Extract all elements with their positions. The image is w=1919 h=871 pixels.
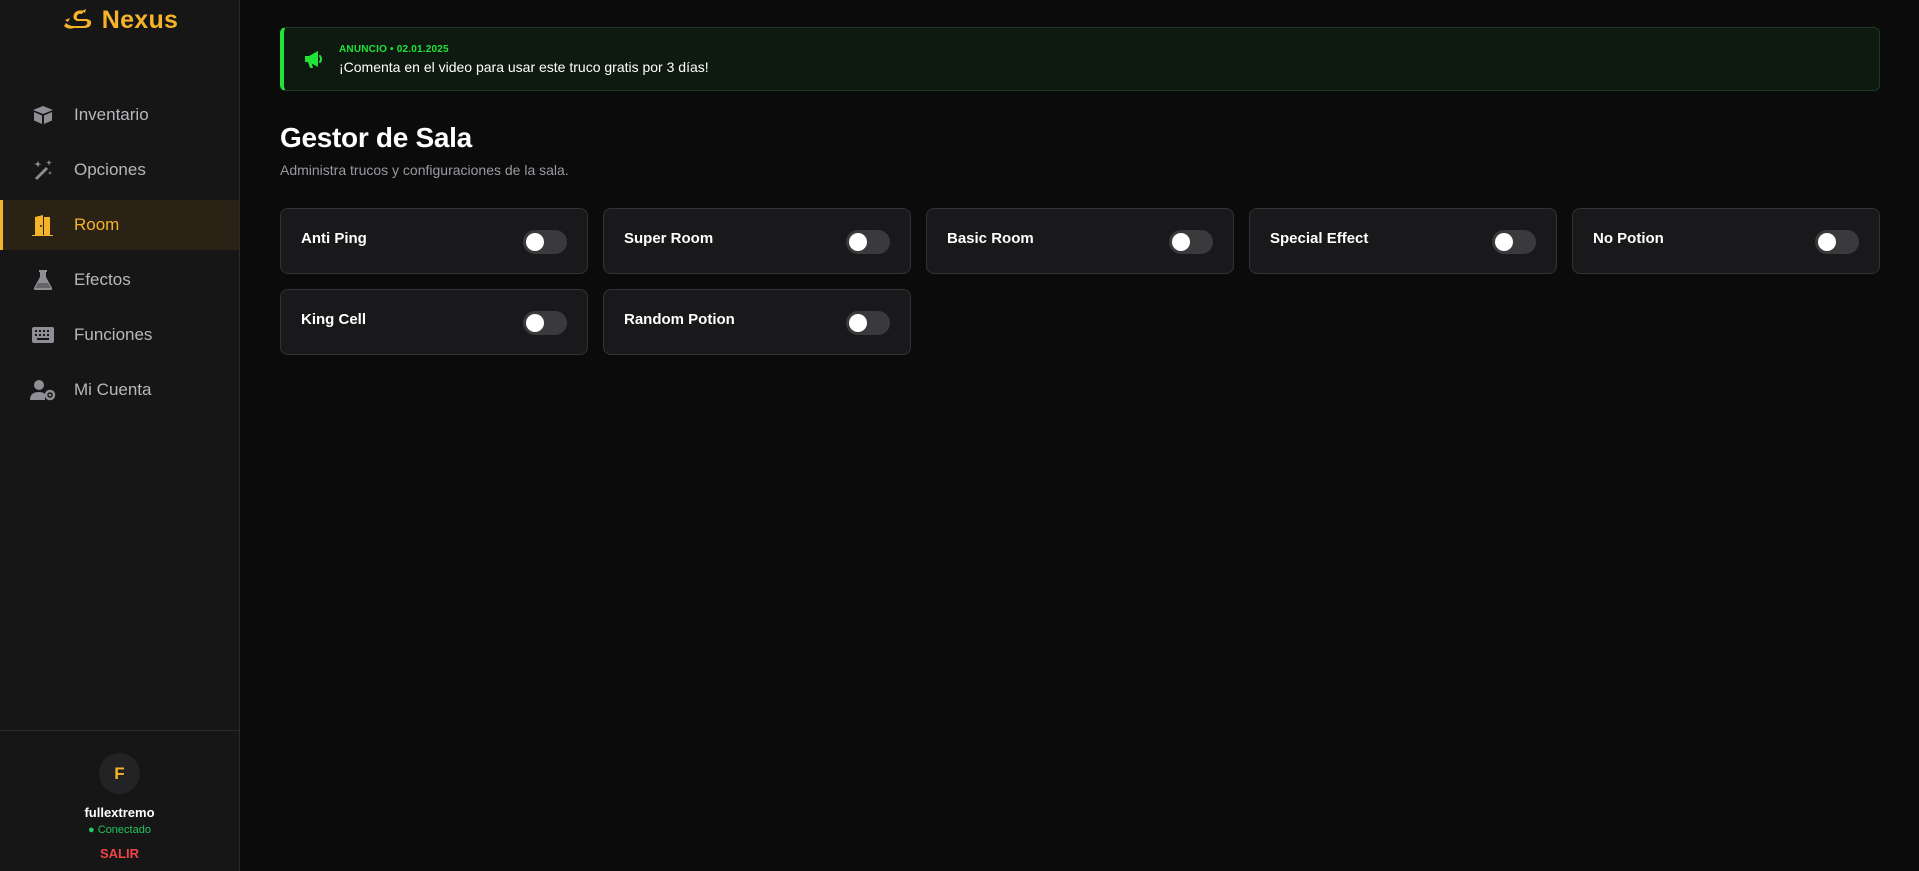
- page-subtitle: Administra trucos y configuraciones de l…: [280, 162, 569, 178]
- sidebar-item-label: Opciones: [74, 160, 146, 179]
- username: fullextremo: [84, 805, 155, 820]
- toggle-knob: [849, 233, 867, 251]
- nexus-logo-icon: [62, 8, 94, 34]
- announcement-banner: ANUNCIO • 02.01.2025 ¡Comenta en el vide…: [280, 27, 1880, 91]
- door-icon: [30, 214, 56, 236]
- toggle-card-king-cell[interactable]: King Cell: [280, 289, 588, 355]
- toggle-card-basic-room[interactable]: Basic Room: [926, 208, 1234, 274]
- sidebar-item-inventario[interactable]: Inventario: [0, 90, 239, 140]
- brand[interactable]: Nexus: [0, 6, 240, 35]
- toggle-label: Super Room: [624, 229, 714, 247]
- toggle-card-super-room[interactable]: Super Room: [603, 208, 911, 274]
- toggle-switch[interactable]: [1492, 230, 1536, 254]
- keyboard-icon: [30, 324, 56, 346]
- megaphone-icon: [303, 48, 325, 70]
- main-content: ANUNCIO • 02.01.2025 ¡Comenta en el vide…: [240, 0, 1919, 871]
- toggle-card-no-potion[interactable]: No Potion: [1572, 208, 1880, 274]
- toggle-card-special-effect[interactable]: Special Effect: [1249, 208, 1557, 274]
- toggle-switch[interactable]: [1815, 230, 1859, 254]
- toggle-knob: [1495, 233, 1513, 251]
- sidebar-item-mi-cuenta[interactable]: Mi Cuenta: [0, 365, 239, 415]
- toggle-card-anti-ping[interactable]: Anti Ping: [280, 208, 588, 274]
- toggle-label: Anti Ping: [301, 229, 367, 247]
- status-badge: ● Conectado: [88, 824, 151, 836]
- toggle-card-random-potion[interactable]: Random Potion: [603, 289, 911, 355]
- sidebar-item-efectos[interactable]: Efectos: [0, 255, 239, 305]
- sidebar-item-funciones[interactable]: Funciones: [0, 310, 239, 360]
- toggle-knob: [526, 233, 544, 251]
- box-icon: [30, 104, 56, 126]
- avatar[interactable]: F: [99, 753, 140, 794]
- app-root: Nexus Inventario Opciones Room Efectos F…: [0, 0, 1919, 871]
- sidebar-item-label: Room: [74, 215, 120, 234]
- toggle-label: King Cell: [301, 310, 367, 328]
- brand-name: Nexus: [101, 6, 179, 34]
- sidebar-nav: Inventario Opciones Room Efectos Funcion…: [0, 90, 239, 420]
- toggle-switch[interactable]: [846, 230, 890, 254]
- toggle-switch[interactable]: [1169, 230, 1213, 254]
- toggle-knob: [849, 314, 867, 332]
- user-panel: F fullextremo ● Conectado SALIR: [0, 730, 239, 871]
- toggle-switch[interactable]: [846, 311, 890, 335]
- user-gear-icon: [30, 379, 56, 401]
- magic-wand-icon: [30, 159, 56, 181]
- toggle-label: No Potion: [1593, 229, 1664, 247]
- toggle-knob: [1818, 233, 1836, 251]
- toggle-knob: [526, 314, 544, 332]
- toggle-switch[interactable]: [523, 311, 567, 335]
- sidebar-item-opciones[interactable]: Opciones: [0, 145, 239, 195]
- announcement-tag: ANUNCIO • 02.01.2025: [339, 43, 449, 55]
- logout-button[interactable]: SALIR: [100, 846, 139, 861]
- toggle-grid: Anti Ping Super Room Basic Room Special …: [280, 208, 1880, 355]
- announcement-text: ANUNCIO • 02.01.2025 ¡Comenta en el vide…: [339, 44, 709, 75]
- toggle-knob: [1172, 233, 1190, 251]
- sidebar: Nexus Inventario Opciones Room Efectos F…: [0, 0, 240, 871]
- toggle-label: Random Potion: [624, 310, 735, 328]
- sidebar-item-room[interactable]: Room: [0, 200, 239, 250]
- sidebar-item-label: Efectos: [74, 270, 131, 289]
- toggle-label: Basic Room: [947, 229, 1034, 247]
- announcement-message: ¡Comenta en el video para usar este truc…: [339, 58, 709, 75]
- toggle-label: Special Effect: [1270, 229, 1369, 247]
- toggle-switch[interactable]: [523, 230, 567, 254]
- page-title: Gestor de Sala: [280, 122, 472, 153]
- sidebar-item-label: Inventario: [74, 105, 149, 124]
- sidebar-item-label: Mi Cuenta: [74, 380, 152, 399]
- sidebar-item-label: Funciones: [74, 325, 153, 344]
- flask-icon: [30, 269, 56, 291]
